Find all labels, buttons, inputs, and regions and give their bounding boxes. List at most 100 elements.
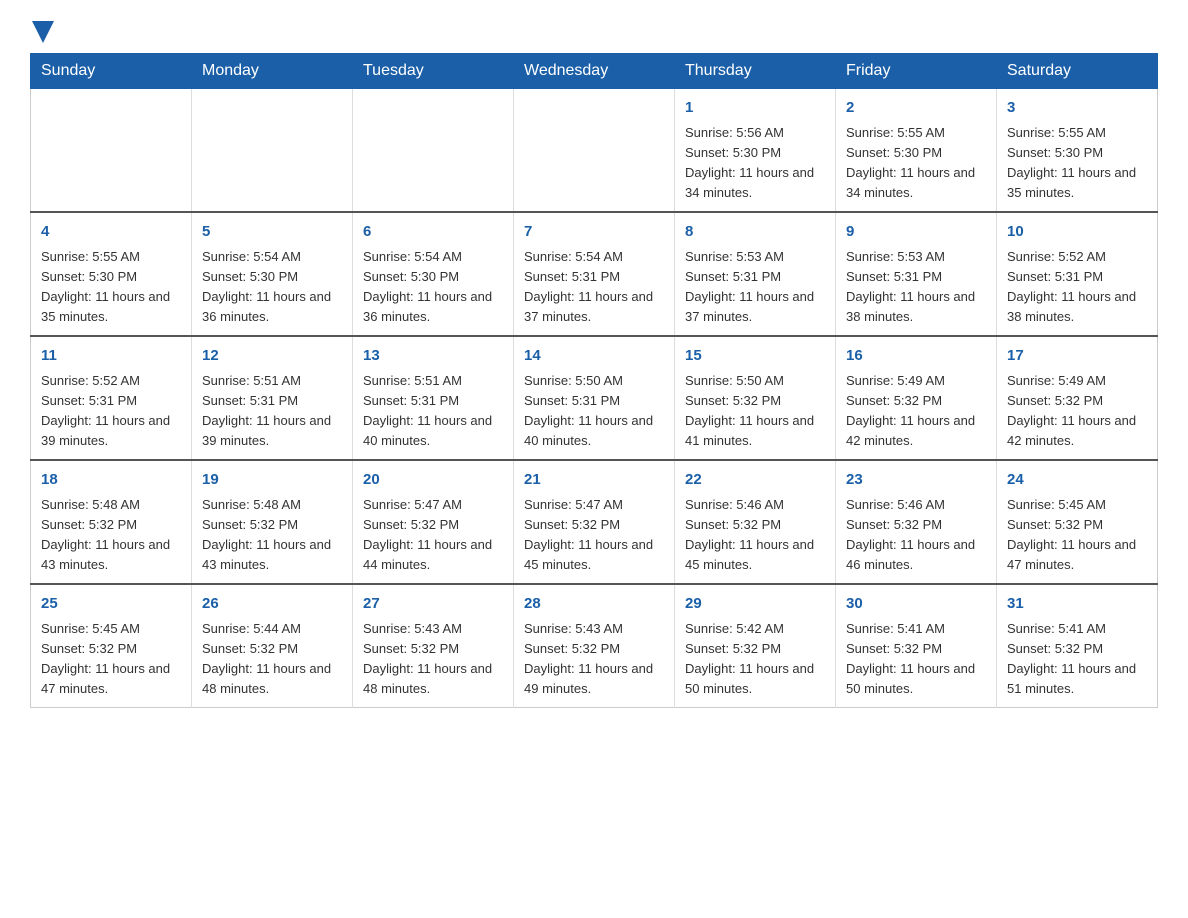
- day-number: 17: [1007, 345, 1147, 368]
- day-number: 25: [41, 593, 181, 616]
- week-row-3: 11 Sunrise: 5:52 AMSunset: 5:31 PMDayligh…: [31, 336, 1158, 460]
- calendar-body: 1 Sunrise: 5:56 AMSunset: 5:30 PMDaylight…: [31, 89, 1158, 708]
- day-cell: 14 Sunrise: 5:50 AMSunset: 5:31 PMDayligh…: [514, 336, 675, 460]
- day-number: 11: [41, 345, 181, 368]
- day-number: 22: [685, 469, 825, 492]
- day-number: 2: [846, 97, 986, 120]
- day-info: Sunrise: 5:42 AMSunset: 5:32 PMDaylight:…: [685, 619, 825, 700]
- day-number: 12: [202, 345, 342, 368]
- day-number: 29: [685, 593, 825, 616]
- day-info: Sunrise: 5:54 AMSunset: 5:31 PMDaylight:…: [524, 247, 664, 328]
- day-info: Sunrise: 5:56 AMSunset: 5:30 PMDaylight:…: [685, 123, 825, 204]
- logo: [30, 20, 54, 43]
- day-cell: 16 Sunrise: 5:49 AMSunset: 5:32 PMDayligh…: [836, 336, 997, 460]
- day-info: Sunrise: 5:55 AMSunset: 5:30 PMDaylight:…: [41, 247, 181, 328]
- day-info: Sunrise: 5:50 AMSunset: 5:32 PMDaylight:…: [685, 371, 825, 452]
- day-number: 10: [1007, 221, 1147, 244]
- day-cell: 21Sunrise: 5:47 AMSunset: 5:32 PMDayligh…: [514, 460, 675, 584]
- day-cell: 20Sunrise: 5:47 AMSunset: 5:32 PMDayligh…: [353, 460, 514, 584]
- day-info: Sunrise: 5:41 AMSunset: 5:32 PMDaylight:…: [846, 619, 986, 700]
- day-info: Sunrise: 5:47 AMSunset: 5:32 PMDaylight:…: [363, 495, 503, 576]
- header-cell-friday: Friday: [836, 54, 997, 89]
- day-info: Sunrise: 5:45 AMSunset: 5:32 PMDaylight:…: [41, 619, 181, 700]
- day-number: 30: [846, 593, 986, 616]
- day-cell: 25 Sunrise: 5:45 AMSunset: 5:32 PMDayligh…: [31, 584, 192, 708]
- day-cell: 26 Sunrise: 5:44 AMSunset: 5:32 PMDayligh…: [192, 584, 353, 708]
- day-info: Sunrise: 5:43 AMSunset: 5:32 PMDaylight:…: [524, 619, 664, 700]
- day-cell: 23 Sunrise: 5:46 AMSunset: 5:32 PMDayligh…: [836, 460, 997, 584]
- header-row: SundayMondayTuesdayWednesdayThursdayFrid…: [31, 54, 1158, 89]
- day-info: Sunrise: 5:53 AMSunset: 5:31 PMDaylight:…: [685, 247, 825, 328]
- day-info: Sunrise: 5:55 AMSunset: 5:30 PMDaylight:…: [846, 123, 986, 204]
- day-cell: 3Sunrise: 5:55 AMSunset: 5:30 PMDaylight…: [997, 89, 1158, 213]
- day-number: 18: [41, 469, 181, 492]
- day-number: 31: [1007, 593, 1147, 616]
- day-info: Sunrise: 5:51 AMSunset: 5:31 PMDaylight:…: [202, 371, 342, 452]
- day-number: 7: [524, 221, 664, 244]
- day-number: 8: [685, 221, 825, 244]
- day-cell: 13 Sunrise: 5:51 AMSunset: 5:31 PMDayligh…: [353, 336, 514, 460]
- day-info: Sunrise: 5:45 AMSunset: 5:32 PMDaylight:…: [1007, 495, 1147, 576]
- day-cell: 5 Sunrise: 5:54 AMSunset: 5:30 PMDaylight…: [192, 212, 353, 336]
- day-number: 13: [363, 345, 503, 368]
- day-cell: [514, 89, 675, 213]
- day-number: 28: [524, 593, 664, 616]
- header-cell-tuesday: Tuesday: [353, 54, 514, 89]
- day-cell: 17 Sunrise: 5:49 AMSunset: 5:32 PMDayligh…: [997, 336, 1158, 460]
- day-cell: 29 Sunrise: 5:42 AMSunset: 5:32 PMDayligh…: [675, 584, 836, 708]
- day-number: 5: [202, 221, 342, 244]
- week-row-2: 4 Sunrise: 5:55 AMSunset: 5:30 PMDaylight…: [31, 212, 1158, 336]
- day-number: 1: [685, 97, 825, 120]
- day-cell: 30 Sunrise: 5:41 AMSunset: 5:32 PMDayligh…: [836, 584, 997, 708]
- header-cell-monday: Monday: [192, 54, 353, 89]
- day-cell: 9 Sunrise: 5:53 AMSunset: 5:31 PMDaylight…: [836, 212, 997, 336]
- header-cell-sunday: Sunday: [31, 54, 192, 89]
- day-info: Sunrise: 5:44 AMSunset: 5:32 PMDaylight:…: [202, 619, 342, 700]
- day-info: Sunrise: 5:53 AMSunset: 5:31 PMDaylight:…: [846, 247, 986, 328]
- day-cell: 15 Sunrise: 5:50 AMSunset: 5:32 PMDayligh…: [675, 336, 836, 460]
- day-info: Sunrise: 5:48 AMSunset: 5:32 PMDaylight:…: [202, 495, 342, 576]
- week-row-1: 1 Sunrise: 5:56 AMSunset: 5:30 PMDaylight…: [31, 89, 1158, 213]
- day-cell: 8 Sunrise: 5:53 AMSunset: 5:31 PMDaylight…: [675, 212, 836, 336]
- day-info: Sunrise: 5:49 AMSunset: 5:32 PMDaylight:…: [1007, 371, 1147, 452]
- day-cell: 27Sunrise: 5:43 AMSunset: 5:32 PMDayligh…: [353, 584, 514, 708]
- day-info: Sunrise: 5:52 AMSunset: 5:31 PMDaylight:…: [1007, 247, 1147, 328]
- day-number: 15: [685, 345, 825, 368]
- day-cell: 31Sunrise: 5:41 AMSunset: 5:32 PMDayligh…: [997, 584, 1158, 708]
- day-info: Sunrise: 5:49 AMSunset: 5:32 PMDaylight:…: [846, 371, 986, 452]
- day-info: Sunrise: 5:50 AMSunset: 5:31 PMDaylight:…: [524, 371, 664, 452]
- day-info: Sunrise: 5:54 AMSunset: 5:30 PMDaylight:…: [363, 247, 503, 328]
- day-cell: 11 Sunrise: 5:52 AMSunset: 5:31 PMDayligh…: [31, 336, 192, 460]
- day-info: Sunrise: 5:51 AMSunset: 5:31 PMDaylight:…: [363, 371, 503, 452]
- day-cell: 19Sunrise: 5:48 AMSunset: 5:32 PMDayligh…: [192, 460, 353, 584]
- week-row-4: 18 Sunrise: 5:48 AMSunset: 5:32 PMDayligh…: [31, 460, 1158, 584]
- day-cell: 6Sunrise: 5:54 AMSunset: 5:30 PMDaylight…: [353, 212, 514, 336]
- day-info: Sunrise: 5:54 AMSunset: 5:30 PMDaylight:…: [202, 247, 342, 328]
- day-cell: 22Sunrise: 5:46 AMSunset: 5:32 PMDayligh…: [675, 460, 836, 584]
- day-number: 4: [41, 221, 181, 244]
- day-cell: 18Sunrise: 5:48 AMSunset: 5:32 PMDayligh…: [31, 460, 192, 584]
- day-number: 14: [524, 345, 664, 368]
- day-info: Sunrise: 5:47 AMSunset: 5:32 PMDaylight:…: [524, 495, 664, 576]
- day-number: 26: [202, 593, 342, 616]
- header-cell-wednesday: Wednesday: [514, 54, 675, 89]
- day-cell: 12 Sunrise: 5:51 AMSunset: 5:31 PMDayligh…: [192, 336, 353, 460]
- day-cell: 1 Sunrise: 5:56 AMSunset: 5:30 PMDaylight…: [675, 89, 836, 213]
- header-cell-thursday: Thursday: [675, 54, 836, 89]
- day-number: 27: [363, 593, 503, 616]
- day-number: 23: [846, 469, 986, 492]
- logo-triangle-icon: [32, 21, 54, 43]
- day-cell: 4 Sunrise: 5:55 AMSunset: 5:30 PMDaylight…: [31, 212, 192, 336]
- day-cell: 7 Sunrise: 5:54 AMSunset: 5:31 PMDaylight…: [514, 212, 675, 336]
- day-number: 24: [1007, 469, 1147, 492]
- day-info: Sunrise: 5:46 AMSunset: 5:32 PMDaylight:…: [846, 495, 986, 576]
- day-number: 16: [846, 345, 986, 368]
- calendar-header: SundayMondayTuesdayWednesdayThursdayFrid…: [31, 54, 1158, 89]
- day-cell: [353, 89, 514, 213]
- day-number: 9: [846, 221, 986, 244]
- week-row-5: 25 Sunrise: 5:45 AMSunset: 5:32 PMDayligh…: [31, 584, 1158, 708]
- day-number: 3: [1007, 97, 1147, 120]
- day-cell: [31, 89, 192, 213]
- header-cell-saturday: Saturday: [997, 54, 1158, 89]
- day-info: Sunrise: 5:52 AMSunset: 5:31 PMDaylight:…: [41, 371, 181, 452]
